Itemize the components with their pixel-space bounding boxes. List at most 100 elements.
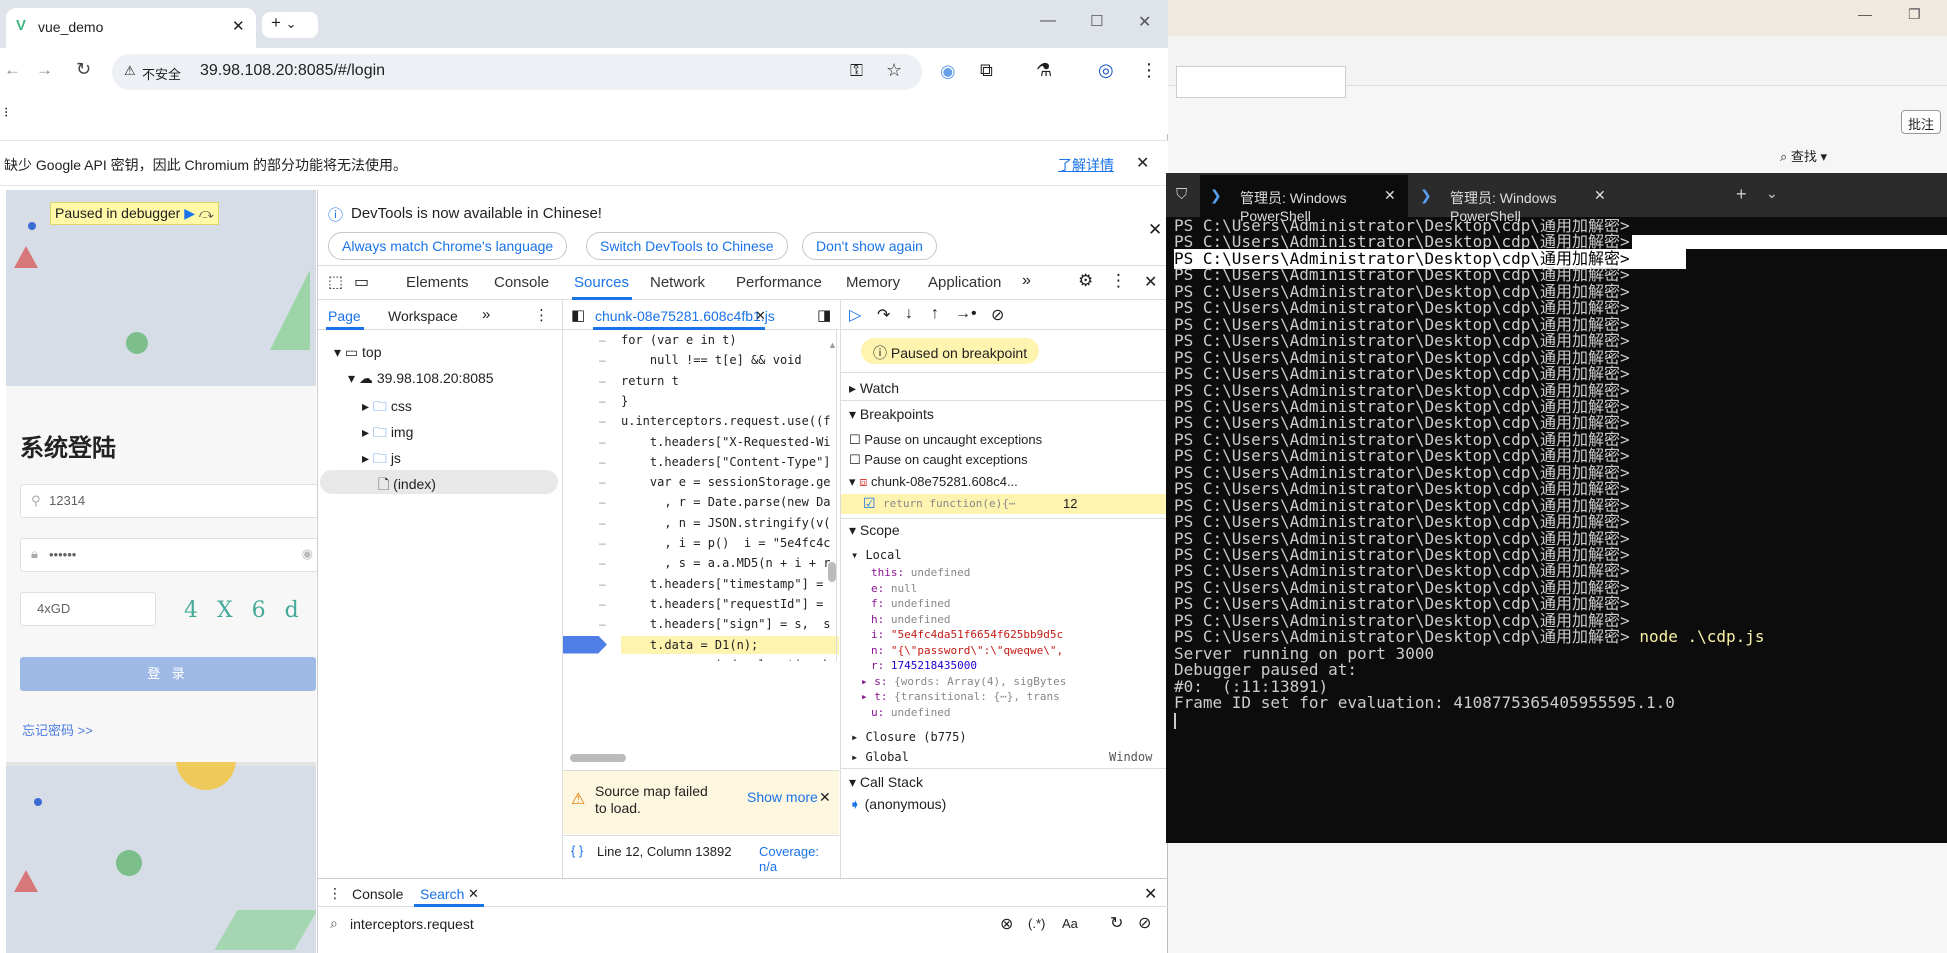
username-input[interactable]: ⚲ 12314: [20, 484, 320, 518]
security-label[interactable]: 不安全: [142, 64, 181, 83]
breakpoint-marker[interactable]: [563, 635, 607, 654]
warning-close-icon[interactable]: ✕: [819, 789, 831, 806]
tab-search-icon[interactable]: ⌄: [286, 16, 297, 31]
deactivate-breakpoints-icon[interactable]: ⊘: [991, 305, 1004, 325]
match-language-button[interactable]: Always match Chrome's language: [328, 232, 568, 260]
scope-section[interactable]: ▾ Scope: [849, 522, 900, 539]
tree-host[interactable]: ▾ ☁ 39.98.108.20:8085: [348, 370, 494, 387]
scope-variable[interactable]: i: "5e4fc4da51f6654f625bb9d5c: [871, 628, 1063, 641]
show-more-link[interactable]: Show more: [747, 789, 818, 805]
maximize-icon[interactable]: ☐: [1090, 12, 1103, 30]
step-into-icon[interactable]: ↓: [905, 305, 913, 323]
restore-icon[interactable]: ❐: [1908, 6, 1921, 23]
nav-tab-workspace[interactable]: Workspace: [388, 308, 458, 324]
reload-icon[interactable]: ↻: [76, 59, 91, 80]
checkbox-icon[interactable]: ☐: [849, 432, 861, 447]
drawer-tab-search[interactable]: Search: [420, 886, 464, 902]
tab-elements[interactable]: Elements: [406, 274, 469, 291]
more-nav-icon[interactable]: »: [482, 306, 490, 323]
close-window-icon[interactable]: ✕: [1138, 12, 1151, 32]
closure-scope[interactable]: ▸ Closure (b775): [851, 730, 967, 744]
terminal-tab[interactable]: ❯ 管理员: Windows PowerShell ✕: [1410, 175, 1618, 224]
pause-uncaught-row[interactable]: ☐ Pause on uncaught exceptions: [849, 432, 1042, 448]
code-editor[interactable]: – for (var e in t) – null !== t[e] && void…: [563, 331, 839, 661]
background-app-field[interactable]: [1176, 66, 1346, 98]
menu-icon[interactable]: ⋮: [1140, 60, 1158, 81]
key-icon[interactable]: ⚿: [850, 61, 863, 81]
scroll-up-icon[interactable]: ▲: [828, 340, 837, 350]
scope-variable[interactable]: this: undefined: [871, 566, 970, 579]
scope-variable[interactable]: ▸ s: {words: Array(4), sigBytes: [861, 675, 1066, 688]
regex-toggle[interactable]: (.*): [1028, 916, 1045, 931]
scope-variable[interactable]: ▸ t: {transitional: {⋯}, trans: [861, 690, 1060, 703]
step-over-icon[interactable]: ⤼: [199, 205, 214, 221]
close-tab-icon[interactable]: ✕: [232, 17, 245, 35]
captcha-image[interactable]: 4 X 6 d: [184, 598, 305, 623]
scope-variable[interactable]: n: "{\"password\":\"qweqwe\",: [871, 644, 1063, 657]
terminal-tab-close-icon[interactable]: ✕: [1384, 187, 1396, 204]
star-icon[interactable]: ☆: [886, 60, 902, 81]
drawer-tab-close-icon[interactable]: ✕: [468, 886, 479, 902]
apps-icon[interactable]: ⁝: [4, 104, 8, 121]
checkbox-icon[interactable]: ☐: [849, 452, 861, 467]
flask-icon[interactable]: ⚗: [1036, 60, 1052, 81]
devtools-menu-icon[interactable]: ⋮: [1110, 271, 1127, 291]
extension-circle-icon[interactable]: ◉: [940, 61, 956, 82]
line-gutter[interactable]: –: [599, 374, 606, 388]
terminal-dropdown-icon[interactable]: ⌄: [1766, 185, 1778, 202]
line-gutter[interactable]: –: [599, 536, 606, 550]
scope-variable[interactable]: f: undefined: [871, 597, 950, 610]
nav-tab-page[interactable]: Page: [328, 308, 361, 324]
tab-memory[interactable]: Memory: [846, 274, 900, 291]
drawer-close-icon[interactable]: ✕: [1144, 884, 1157, 904]
callstack-frame[interactable]: ➧ (anonymous): [849, 796, 946, 813]
line-gutter[interactable]: –: [599, 516, 606, 530]
tab-network[interactable]: Network: [650, 274, 705, 291]
more-tabs-icon[interactable]: »: [1022, 272, 1031, 290]
tree-folder-js[interactable]: ▸ 🗀 js: [362, 448, 401, 472]
line-gutter[interactable]: –: [599, 658, 606, 661]
omnibox[interactable]: ⚠ 不安全 39.98.108.20:8085/#/login ⚿ ☆: [112, 54, 922, 90]
global-scope[interactable]: ▸ Global: [851, 750, 909, 764]
login-button[interactable]: 登 录: [20, 657, 316, 691]
captcha-input[interactable]: 4xGD: [20, 592, 156, 626]
annotate-button[interactable]: 批注: [1900, 110, 1941, 134]
coverage-link[interactable]: Coverage: n/a: [759, 844, 839, 874]
device-icon[interactable]: ▭: [354, 272, 369, 292]
nav-menu-icon[interactable]: ⋮: [534, 306, 549, 324]
line-gutter[interactable]: –: [599, 455, 606, 469]
terminal-tab-close-icon[interactable]: ✕: [1594, 187, 1606, 204]
tab-sources[interactable]: Sources: [574, 274, 629, 291]
minimize-icon[interactable]: —: [1858, 6, 1872, 22]
resume-icon[interactable]: ▷: [849, 305, 861, 325]
pause-caught-row[interactable]: ☐ Pause on caught exceptions: [849, 452, 1028, 468]
tab-application[interactable]: Application: [928, 274, 1001, 291]
terminal-tab-active[interactable]: ❯ 管理员: Windows PowerShell ✕: [1200, 175, 1408, 224]
inspect-icon[interactable]: ⬚: [328, 272, 343, 292]
browser-tab[interactable]: V vue_demo ✕: [6, 8, 256, 48]
line-gutter[interactable]: –: [599, 435, 606, 449]
line-gutter[interactable]: –: [599, 495, 606, 509]
profile-icon[interactable]: ◎: [1098, 60, 1114, 81]
callstack-section[interactable]: ▾ Call Stack: [849, 774, 923, 791]
tree-file-index[interactable]: 🗋 (index): [378, 474, 436, 498]
step-over-icon[interactable]: ↷: [877, 305, 890, 325]
tab-performance[interactable]: Performance: [736, 274, 822, 291]
line-gutter[interactable]: –: [599, 394, 606, 408]
dont-show-button[interactable]: Don't show again: [802, 232, 937, 260]
file-tab[interactable]: chunk-08e75281.608c4fb1.js: [595, 308, 775, 324]
line-gutter[interactable]: –: [599, 597, 606, 611]
password-input[interactable]: 🔒︎ •••••• ◉: [20, 538, 320, 572]
line-gutter[interactable]: –: [599, 475, 606, 489]
toggle-debugger-icon[interactable]: ◨: [817, 306, 831, 324]
local-scope[interactable]: ▾ Local: [851, 548, 902, 562]
find-button[interactable]: ⌕ 查找 ▾: [1780, 146, 1827, 165]
tab-console[interactable]: Console: [494, 274, 549, 291]
resume-icon[interactable]: ▶: [184, 205, 195, 221]
line-gutter[interactable]: –: [599, 333, 606, 347]
new-tab-icon[interactable]: +: [271, 13, 281, 32]
url-text[interactable]: 39.98.108.20:8085/#/login: [200, 62, 385, 80]
scope-variable[interactable]: h: undefined: [871, 613, 950, 626]
editor-hscrollbar[interactable]: [570, 754, 626, 762]
puzzle-icon[interactable]: ⧉: [980, 60, 993, 81]
